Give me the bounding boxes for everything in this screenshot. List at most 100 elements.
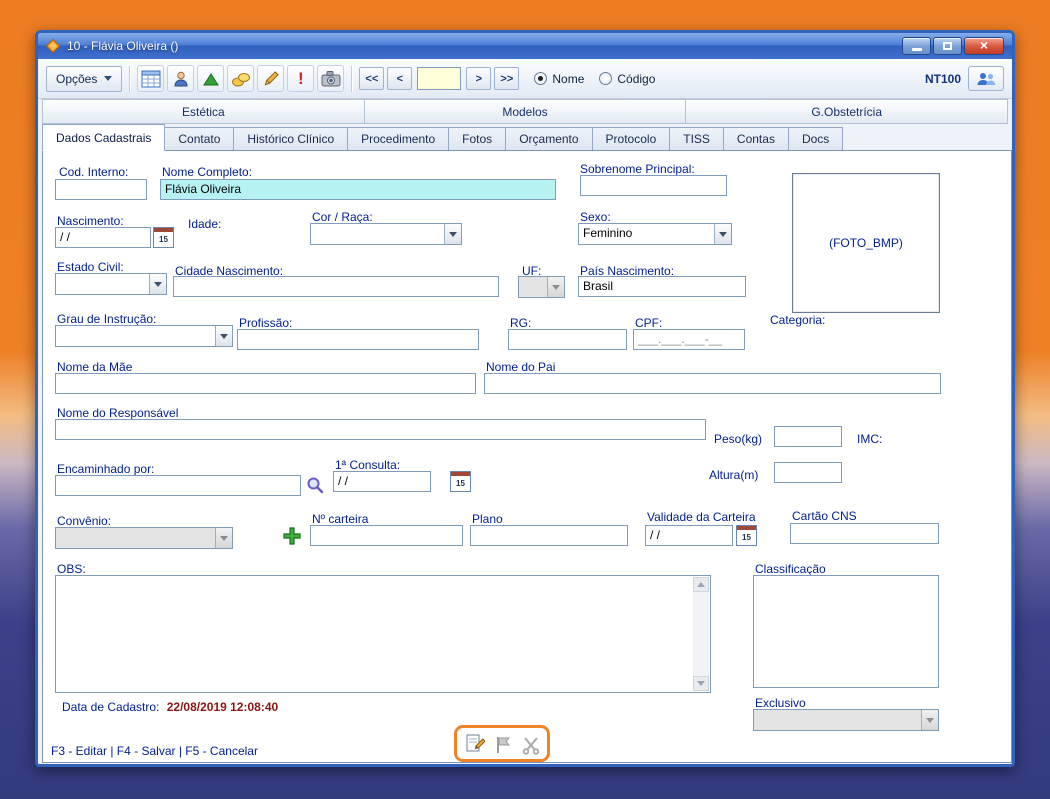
- nascimento-calendar-button[interactable]: 15: [153, 227, 174, 248]
- tab-orcamento[interactable]: Orçamento: [506, 127, 592, 151]
- nome-pai-field[interactable]: [484, 373, 941, 394]
- rg-label: RG:: [510, 316, 531, 330]
- n-carteira-label: Nº carteira: [312, 512, 368, 526]
- photo-box[interactable]: (FOTO_BMP): [792, 173, 940, 313]
- cancel-record-button[interactable]: [520, 734, 542, 756]
- dados-cadastrais-panel: Cod. Interno: Nome Completo: Flávia Oliv…: [42, 150, 1012, 763]
- tab-docs[interactable]: Docs: [789, 127, 843, 151]
- search-icon: [306, 476, 324, 494]
- plano-field[interactable]: [470, 525, 628, 546]
- radio-selected-icon: [534, 72, 547, 85]
- search-by-codigo-radio[interactable]: Código: [599, 72, 655, 86]
- sexo-combobox[interactable]: Feminino: [578, 223, 732, 245]
- tab-protocolo[interactable]: Protocolo: [593, 127, 671, 151]
- nascimento-field[interactable]: / /: [55, 227, 151, 248]
- titlebar[interactable]: 10 - Flávia Oliveira (): [38, 33, 1012, 59]
- tab-g-obstetricia[interactable]: G.Obstetrícia: [686, 99, 1008, 124]
- alert-button[interactable]: !: [287, 65, 314, 92]
- search-by-nome-radio[interactable]: Nome: [534, 72, 584, 86]
- tab-fotos[interactable]: Fotos: [449, 127, 506, 151]
- validade-carteira-field[interactable]: / /: [645, 525, 733, 546]
- minimize-button[interactable]: [902, 37, 931, 55]
- close-button[interactable]: [964, 37, 1004, 55]
- restore-button[interactable]: [933, 37, 962, 55]
- photo-button[interactable]: [317, 65, 344, 92]
- rg-field[interactable]: [508, 329, 627, 350]
- options-label: Opções: [56, 72, 97, 86]
- primeira-consulta-field[interactable]: / /: [333, 471, 431, 492]
- estado-civil-combobox[interactable]: [55, 273, 167, 295]
- app-window: 10 - Flávia Oliveira () Opções: [35, 30, 1015, 767]
- status-shortcuts: F3 - Editar | F4 - Salvar | F5 - Cancela…: [51, 744, 258, 758]
- cidade-nascimento-field[interactable]: [173, 276, 499, 297]
- profissao-field[interactable]: [237, 329, 479, 350]
- tab-dados-cadastrais[interactable]: Dados Cadastrais: [42, 124, 165, 151]
- grau-instrucao-label: Grau de Instrução:: [57, 312, 156, 326]
- add-convenio-button[interactable]: [281, 525, 303, 547]
- edit-record-button[interactable]: [464, 732, 486, 754]
- tab-procedimento[interactable]: Procedimento: [348, 127, 449, 151]
- chevron-down-icon: [104, 76, 112, 85]
- chevron-down-icon[interactable]: [714, 224, 731, 244]
- toolbar-right-group: NT100: [925, 66, 1004, 91]
- finance-button[interactable]: [227, 65, 254, 92]
- altura-field[interactable]: [774, 462, 842, 483]
- responsavel-field[interactable]: [55, 419, 706, 440]
- chevron-down-icon[interactable]: [215, 326, 232, 346]
- chevron-down-icon[interactable]: [149, 274, 166, 294]
- nav-last-button[interactable]: >>: [494, 67, 519, 90]
- tab-modelos[interactable]: Modelos: [365, 99, 687, 124]
- cor-raca-combobox[interactable]: [310, 223, 462, 245]
- consulta-calendar-button[interactable]: 15: [450, 471, 471, 492]
- validade-calendar-button[interactable]: 15: [736, 525, 757, 546]
- nome-mae-field[interactable]: [55, 373, 476, 394]
- convenio-combobox[interactable]: [55, 527, 233, 549]
- tab-tiss[interactable]: TISS: [670, 127, 724, 151]
- patient-button[interactable]: [167, 65, 194, 92]
- tab-contato[interactable]: Contato: [165, 127, 234, 151]
- chevron-down-icon[interactable]: [921, 710, 938, 730]
- peso-label: Peso(kg): [714, 432, 762, 446]
- exclusivo-combobox[interactable]: [753, 709, 939, 731]
- grau-instrucao-combobox[interactable]: [55, 325, 233, 347]
- cor-raca-value: [311, 224, 444, 244]
- obs-scrollbar[interactable]: [693, 577, 709, 691]
- uf-combobox[interactable]: [518, 276, 565, 298]
- options-button[interactable]: Opções: [46, 66, 122, 92]
- nav-next-button[interactable]: >: [466, 67, 491, 90]
- tab-contas[interactable]: Contas: [724, 127, 789, 151]
- tab-historico-clinico[interactable]: Histórico Clínico: [234, 127, 348, 151]
- minimize-icon: [912, 48, 922, 51]
- nome-completo-label: Nome Completo:: [162, 165, 252, 179]
- sobrenome-field[interactable]: [580, 175, 727, 196]
- nav-first-button[interactable]: <<: [359, 67, 384, 90]
- scroll-down-icon[interactable]: [693, 676, 709, 691]
- online-users-button[interactable]: [968, 66, 1004, 91]
- encaminhado-field[interactable]: [55, 475, 301, 496]
- nav-prev-button[interactable]: <: [387, 67, 412, 90]
- exclusivo-label: Exclusivo: [755, 696, 806, 710]
- cpf-field[interactable]: ___.___.___-__: [633, 329, 745, 350]
- nome-completo-field[interactable]: Flávia Oliveira: [160, 179, 556, 200]
- toolbar-separator: [129, 66, 130, 92]
- chevron-down-icon[interactable]: [547, 277, 564, 297]
- search-encaminhado-button[interactable]: [304, 474, 326, 496]
- chevron-down-icon[interactable]: [215, 528, 232, 548]
- pais-nascimento-field[interactable]: Brasil: [578, 276, 746, 297]
- record-number-input[interactable]: [417, 67, 461, 90]
- grid-view-button[interactable]: [137, 65, 164, 92]
- peso-field[interactable]: [774, 426, 842, 447]
- sexo-value: Feminino: [579, 224, 714, 244]
- chevron-down-icon[interactable]: [444, 224, 461, 244]
- tab-estetica[interactable]: Estética: [42, 99, 365, 124]
- restore-icon: [943, 42, 952, 50]
- sort-up-button[interactable]: [197, 65, 224, 92]
- classificacao-listbox[interactable]: [753, 575, 939, 688]
- scroll-up-icon[interactable]: [693, 577, 709, 592]
- cod-interno-field[interactable]: [55, 179, 147, 200]
- obs-textarea[interactable]: [55, 575, 711, 693]
- save-record-button[interactable]: [492, 734, 514, 756]
- edit-button[interactable]: [257, 65, 284, 92]
- n-carteira-field[interactable]: [310, 525, 463, 546]
- cartao-cns-field[interactable]: [790, 523, 939, 544]
